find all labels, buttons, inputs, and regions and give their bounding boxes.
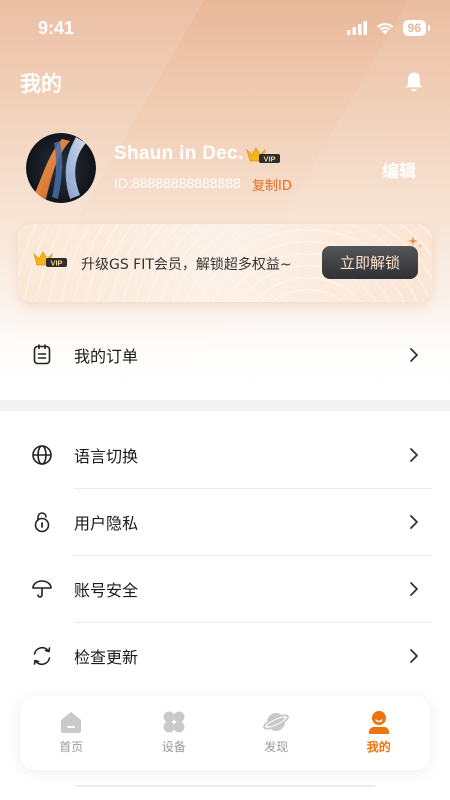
battery-indicator: 96	[402, 20, 431, 36]
tab-home[interactable]: 首页	[20, 696, 123, 770]
page-title: 我的	[20, 72, 62, 96]
menu-label-account-security: 账号安全	[74, 580, 139, 600]
vip-crown-icon: VIP	[246, 147, 280, 163]
profile-icon	[368, 711, 389, 734]
chevron-right-icon	[410, 581, 418, 596]
menu-label-privacy: 用户隐私	[74, 513, 139, 533]
menu-label-language: 语言切换	[74, 446, 139, 466]
vip-promo-text: 升级GS FIT会员，解锁超多权益~	[81, 257, 292, 273]
vip-badge-label: VIP	[263, 154, 275, 163]
planet-icon	[263, 713, 290, 731]
status-time: 9:41	[38, 17, 75, 38]
bell-icon[interactable]	[402, 70, 426, 94]
vip-badge: VIP	[245, 146, 281, 168]
wifi-icon	[376, 22, 393, 35]
unlock-vip-button[interactable]: 立即解锁	[322, 246, 418, 279]
user-id: ID:88888888888888	[114, 175, 241, 191]
vip-logo: VIP	[32, 250, 68, 272]
tab-label-discover: 发现	[264, 740, 289, 754]
username: Shaun in Dec.	[114, 143, 244, 164]
avatar-image	[26, 133, 96, 203]
refresh-icon	[33, 646, 51, 665]
tab-profile[interactable]: 我的	[328, 696, 431, 770]
tab-label-device: 设备	[161, 740, 186, 754]
menu-item-privacy[interactable]: 用户隐私	[0, 488, 450, 555]
profile-header: Shaun in Dec. VIP ID:88888888888888 复制ID…	[26, 133, 426, 203]
menu-label-orders: 我的订单	[74, 346, 139, 366]
sparkle-icon	[408, 236, 422, 248]
vip-crown-icon: VIP	[33, 251, 67, 267]
avatar[interactable]	[26, 133, 96, 203]
bottom-tab-bar: 首页 设备 发现 我的	[20, 696, 430, 770]
edit-profile-button[interactable]: 编辑	[382, 157, 416, 182]
menu-item-language[interactable]: 语言切换	[0, 421, 450, 488]
tab-discover[interactable]: 发现	[225, 696, 328, 770]
signal-icon	[346, 21, 367, 35]
orders-section: 我的订单	[0, 318, 450, 398]
menu-item-orders[interactable]: 我的订单	[0, 321, 450, 388]
vip-card-badge-label: VIP	[50, 258, 62, 267]
menu-item-account-security[interactable]: 账号安全	[0, 555, 450, 622]
device-icon	[163, 711, 185, 733]
tab-label-home: 首页	[59, 740, 84, 754]
vip-promo-card[interactable]: VIP 升级GS FIT会员，解锁超多权益~ 立即解锁	[18, 224, 432, 302]
tab-device[interactable]: 设备	[123, 696, 226, 770]
umbrella-icon	[32, 579, 52, 598]
tab-label-profile: 我的	[366, 740, 391, 754]
chevron-right-icon	[410, 648, 418, 663]
chevron-right-icon	[410, 514, 418, 529]
clipboard-icon	[33, 343, 51, 364]
menu-item-check-update[interactable]: 检查更新	[0, 622, 450, 689]
chevron-right-icon	[410, 347, 418, 362]
status-icons: 96	[346, 20, 431, 36]
globe-icon	[32, 444, 52, 465]
home-icon	[61, 712, 82, 733]
lock-icon	[34, 511, 50, 532]
chevron-right-icon	[410, 447, 418, 462]
menu-label-check-update: 检查更新	[74, 647, 139, 667]
status-bar: 9:41 96	[0, 0, 450, 56]
copy-id-button[interactable]: 复制ID	[252, 175, 292, 194]
home-indicator	[75, 785, 375, 787]
